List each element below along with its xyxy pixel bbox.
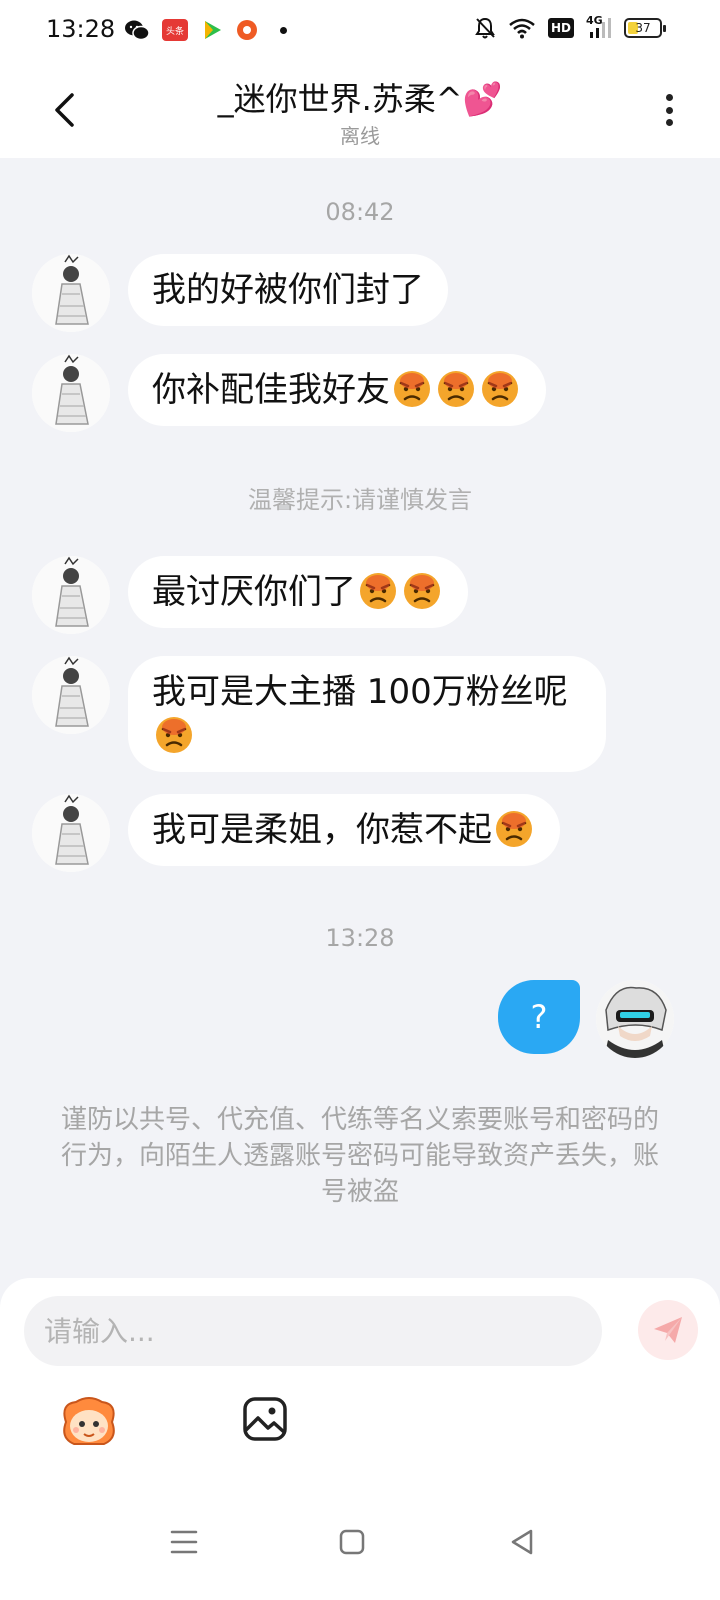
hd-badge: HD [547,18,574,38]
avatar-image [32,254,110,332]
more-dot [665,106,673,114]
wechat-icon [125,20,150,41]
contact-avatar[interactable] [32,794,110,872]
angry-emoji-icon [404,573,440,609]
my-avatar[interactable] [596,980,674,1058]
my-message-row: ? [498,980,674,1058]
system-tip: 温馨提示:请谨慎发言 [247,486,473,514]
back-nav-button[interactable] [492,1512,552,1572]
news-app-icon: 头条 [162,19,188,41]
message-row: 最讨厌你们了 [32,556,468,634]
avatar-image [32,354,110,432]
status-indicators: HD 4G 37 [474,14,666,40]
message-text: 最讨厌你们了 [152,572,356,612]
angry-emoji-icon [394,371,430,407]
home-square-icon [339,1529,365,1555]
message-row: 我可是柔姐，你惹不起 [32,794,560,872]
message-row: 我的好被你们封了 [32,254,448,332]
message-text: 我可是柔姐，你惹不起 [152,810,492,850]
input-panel [0,1278,720,1488]
contact-avatar[interactable] [32,354,110,432]
avatar-image [32,656,110,734]
recent-apps-button[interactable] [154,1512,214,1572]
angry-emoji-icon [482,371,518,407]
message-bubble[interactable]: 我可是大主播 100万粉丝呢 [128,656,606,772]
image-icon [243,1397,287,1441]
avatar-image [32,556,110,634]
message-bubble[interactable]: 我的好被你们封了 [128,254,448,326]
send-button[interactable] [638,1300,698,1360]
wifi-icon [509,18,535,39]
battery-icon: 37 [624,18,666,38]
emoji-panel-button[interactable] [58,1394,120,1450]
menu-icon [170,1530,198,1554]
message-bubble[interactable]: 最讨厌你们了 [128,556,468,628]
status-time: 13:28 [46,15,116,43]
message-text: 我可是大主播 100万粉丝呢 [152,672,568,712]
status-app-icons: 头条 [124,18,287,42]
message-bubble[interactable]: 你补配佳我好友 [128,354,546,426]
chat-header: _迷你世界.苏柔^💕 离线 [0,62,720,158]
signal-icon [590,18,611,38]
angry-emoji-icon [438,371,474,407]
home-button[interactable] [322,1512,382,1572]
angry-emoji-icon [360,573,396,609]
more-dot [665,119,673,126]
battery-level: 37 [635,21,651,35]
more-vertical-icon [665,94,673,101]
message-bubble[interactable]: 我可是柔姐，你惹不起 [128,794,560,866]
status-bar: 13:28 头条 HD 4G 37 [0,0,720,62]
message-text: 我的好被你们封了 [152,270,424,310]
message-input[interactable] [24,1296,602,1366]
contact-avatar[interactable] [32,556,110,634]
more-options-button[interactable] [654,90,684,130]
my-avatar-image [596,980,674,1058]
chat-title: _迷你世界.苏柔^💕 [217,80,503,118]
emoji-panel-icon [63,1397,115,1445]
contact-avatar[interactable] [32,656,110,734]
message-text: 你补配佳我好友 [152,370,390,410]
game-app-icon [237,20,257,40]
news-app-label: 头条 [165,26,184,37]
contact-avatar[interactable] [32,254,110,332]
send-icon [654,1317,682,1343]
timestamp: 08:42 [325,198,395,226]
notification-dot [280,26,287,34]
timestamp: 13:28 [325,924,395,952]
my-message-text: ? [530,998,548,1036]
security-warning: 谨防以共号、代充值、代练等名义索要账号和密码的行为，向陌生人透露账号密码可能导致… [60,1105,659,1207]
back-triangle-icon [511,1529,533,1555]
bell-muted-icon [475,17,495,39]
message-row: 你补配佳我好友 [32,354,546,432]
online-status: 离线 [340,124,380,148]
my-message-bubble[interactable]: ? [498,980,580,1054]
signal-indicator: 4G [586,14,612,40]
message-row: 我可是大主播 100万粉丝呢 [32,656,606,772]
video-app-icon [205,21,221,39]
image-button[interactable] [242,1396,288,1442]
avatar-image [32,794,110,872]
angry-emoji-icon [496,811,532,847]
system-nav-bar [0,1488,720,1600]
chat-area[interactable]: 08:42 我的好被你们封了 你补配佳我好友 温馨提示:请谨慎发言 最讨厌你们了… [0,158,720,1278]
angry-emoji-icon [156,717,192,753]
